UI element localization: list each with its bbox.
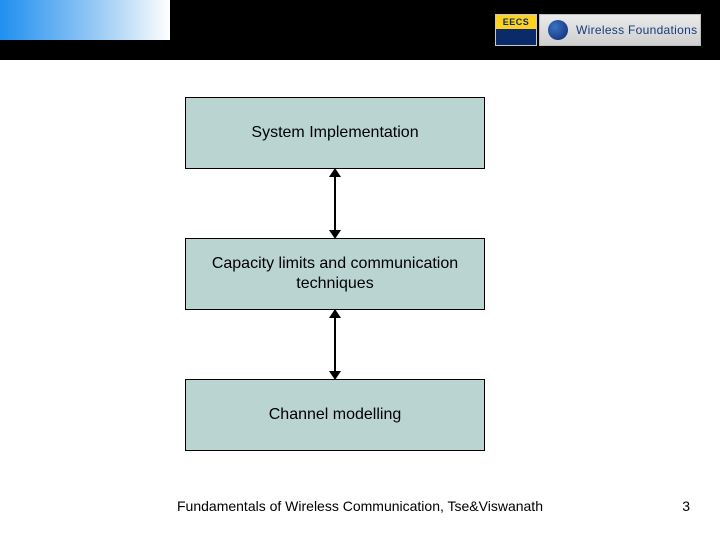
- globe-icon: [548, 20, 568, 40]
- wireless-foundations-label: Wireless Foundations: [576, 23, 697, 37]
- eecs-logo: EECS: [495, 14, 537, 46]
- diagram-box-system-implementation: System Implementation: [185, 97, 485, 169]
- header-gradient: [0, 0, 170, 40]
- header-band: EECS Wireless Foundations: [0, 0, 720, 60]
- diagram-box-label: Channel modelling: [269, 405, 402, 425]
- diagram-box-label: System Implementation: [251, 123, 418, 143]
- double-arrow-icon: [334, 316, 336, 373]
- arrowhead-up-icon: [329, 168, 341, 177]
- wireless-foundations-logo: Wireless Foundations: [539, 14, 701, 46]
- footer-title: Fundamentals of Wireless Communication, …: [0, 498, 720, 514]
- double-arrow-icon: [334, 175, 336, 232]
- diagram-box-capacity-limits: Capacity limits and communication techni…: [185, 238, 485, 310]
- diagram-box-channel-modelling: Channel modelling: [185, 379, 485, 451]
- arrowhead-up-icon: [329, 309, 341, 318]
- page-number: 3: [682, 498, 690, 514]
- diagram-box-label: Capacity limits and communication techni…: [196, 254, 474, 294]
- eecs-logo-label: EECS: [496, 15, 536, 29]
- logo-group: EECS Wireless Foundations: [495, 14, 701, 46]
